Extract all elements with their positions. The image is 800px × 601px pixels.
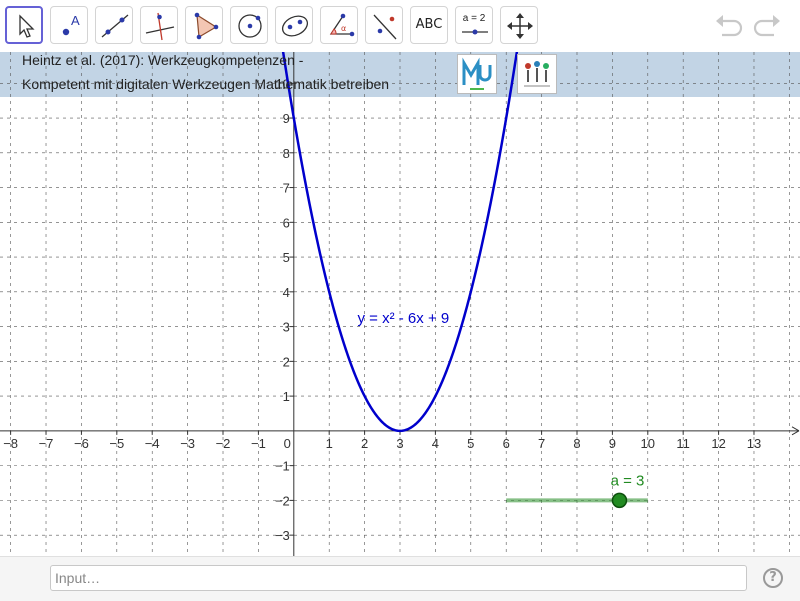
x-tick-label: 9 xyxy=(609,436,616,451)
reflect-about-line-icon xyxy=(373,14,397,40)
ellipse-icon xyxy=(281,15,309,37)
input-bar: ? xyxy=(0,556,800,601)
x-tick-label: −1 xyxy=(251,436,266,451)
text-tool-label: ABC xyxy=(415,17,443,32)
polygon-icon xyxy=(194,12,219,40)
x-tick-label: −8 xyxy=(3,436,18,451)
x-tick-label: 10 xyxy=(641,436,655,451)
x-tick-label: 0 xyxy=(284,436,291,451)
x-tick-label: 8 xyxy=(573,436,580,451)
point-tool-button[interactable]: A xyxy=(50,6,88,44)
graphics-view[interactable]: −8 −7 −6 −5 −4 −3 −2 −1 0 1 2 3 4 5 6 7 8 9 10 11 12 13−3−2−1… xyxy=(0,52,800,556)
x-tick-label: −5 xyxy=(109,436,124,451)
text-tool-button[interactable]: ABC xyxy=(410,6,448,44)
slider-tool-button[interactable]: a = 2 xyxy=(455,6,493,44)
x-tick-label: −7 xyxy=(39,436,54,451)
perpendicular-line-tool-button[interactable] xyxy=(140,6,178,44)
x-tick-label: 7 xyxy=(538,436,545,451)
reflect-tool-button[interactable] xyxy=(365,6,403,44)
perpendicular-line-icon xyxy=(145,12,175,41)
slider-knob[interactable] xyxy=(611,492,628,509)
point-icon: A xyxy=(62,13,80,36)
polygon-tool-button[interactable] xyxy=(185,6,223,44)
people-logo xyxy=(517,54,557,94)
y-tick-label: 8 xyxy=(283,146,290,161)
cursor-arrow-icon xyxy=(19,14,35,38)
x-tick-label: 11 xyxy=(676,436,690,451)
y-tick-label: −3 xyxy=(275,528,290,543)
svg-text:A: A xyxy=(71,13,80,28)
angle-icon: α xyxy=(329,13,355,37)
undo-button[interactable] xyxy=(713,12,747,42)
x-tick-label: −6 xyxy=(74,436,89,451)
y-tick-label: 6 xyxy=(283,215,290,230)
y-tick-label: −1 xyxy=(275,459,290,474)
y-tick-label: 7 xyxy=(283,181,290,196)
redo-icon xyxy=(753,15,780,37)
x-tick-label: −2 xyxy=(216,436,231,451)
x-tick-label: 2 xyxy=(361,436,368,451)
y-tick-label: 5 xyxy=(283,250,290,265)
move-cross-arrows-icon xyxy=(507,13,533,39)
x-tick-label: −4 xyxy=(145,436,160,451)
svg-text:α: α xyxy=(341,24,346,33)
slider-label: a = 3 xyxy=(611,472,645,489)
x-tick-label: 6 xyxy=(503,436,510,451)
line-tool-button[interactable] xyxy=(95,6,133,44)
line-through-points-icon xyxy=(101,14,129,38)
y-tick-label: 1 xyxy=(283,389,290,404)
mnu-logo xyxy=(457,54,497,94)
x-tick-label: 3 xyxy=(396,436,403,451)
circle-tool-button[interactable] xyxy=(230,6,268,44)
move-tool-button[interactable] xyxy=(5,6,43,44)
circle-center-point-icon xyxy=(238,14,262,38)
slider-icon xyxy=(462,29,488,35)
y-tick-label: 3 xyxy=(283,320,290,335)
move-graphics-view-tool-button[interactable] xyxy=(500,6,538,44)
toolbar: A α ABC a = 2 xyxy=(0,0,800,52)
angle-tool-button[interactable]: α xyxy=(320,6,358,44)
input-field[interactable] xyxy=(50,565,747,591)
y-tick-label: 4 xyxy=(283,285,290,300)
help-button[interactable]: ? xyxy=(763,568,783,588)
redo-button[interactable] xyxy=(749,12,783,42)
undo-icon xyxy=(716,15,743,37)
x-tick-label: 12 xyxy=(711,436,725,451)
function-label: y = x² - 6x + 9 xyxy=(358,310,450,327)
x-tick-label: −3 xyxy=(180,436,195,451)
y-tick-label: 2 xyxy=(283,354,290,369)
y-tick-label: 9 xyxy=(283,111,290,126)
reference-line-1: Heintz et al. (2017): Werkzeugkompetenze… xyxy=(22,52,304,68)
x-tick-label: 1 xyxy=(326,436,333,451)
y-tick-label: −2 xyxy=(275,493,290,508)
x-tick-label: 13 xyxy=(747,436,761,451)
x-tick-label: 4 xyxy=(432,436,439,451)
x-tick-label: 5 xyxy=(467,436,474,451)
conic-tool-button[interactable] xyxy=(275,6,313,44)
reference-line-2: Kompetent mit digitalen Werkzeugen Mathe… xyxy=(22,76,390,92)
